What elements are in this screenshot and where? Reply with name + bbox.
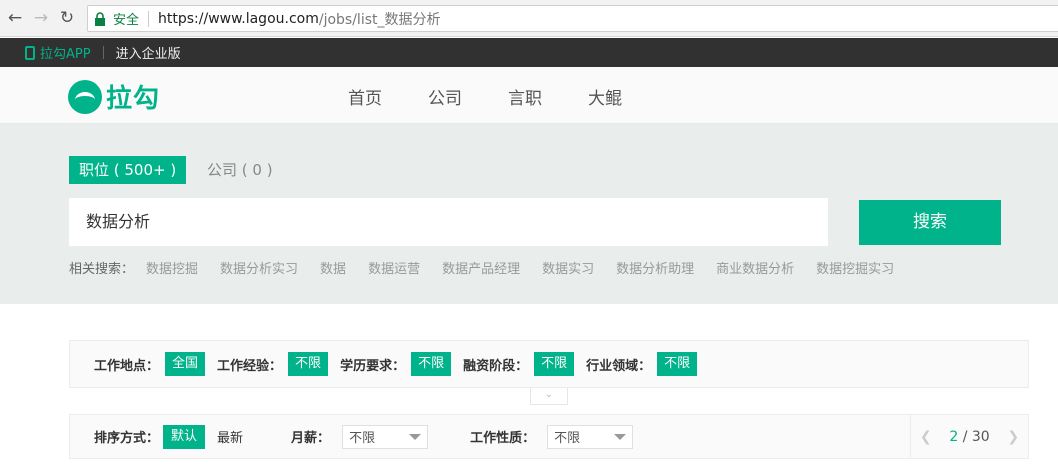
related-searches-label: 相关搜索： <box>69 262 135 277</box>
filter-label-education: 学历要求： <box>340 358 406 374</box>
url-host: https://www.lagou.com <box>158 10 319 27</box>
dropdown-caret-icon <box>409 433 422 440</box>
site-topbar: 拉勾APP 进入企业版 <box>0 38 1058 67</box>
filter-value-experience[interactable]: 不限 <box>288 352 329 376</box>
search-button[interactable]: 搜索 <box>859 200 1001 245</box>
filter-label-industry: 行业领域： <box>586 358 652 374</box>
related-search-link[interactable]: 商业数据分析 <box>716 258 794 277</box>
filter-value-financing[interactable]: 不限 <box>534 352 575 376</box>
address-bar[interactable]: 安全 https://www.lagou.com/jobs/list_数据分析 <box>87 5 1058 32</box>
related-search-link[interactable]: 数据挖掘实习 <box>816 258 894 277</box>
reload-icon[interactable]: ↻ <box>56 7 78 29</box>
filter-label-location: 工作地点： <box>94 358 160 374</box>
salary-label: 月薪： <box>291 431 331 446</box>
related-search-link[interactable]: 数据实习 <box>542 258 594 277</box>
search-input[interactable]: 数据分析 <box>69 198 828 246</box>
filter-bar: 工作地点： 全国 工作经验： 不限 学历要求： 不限 融资阶段： 不限 行业领域… <box>69 340 1029 388</box>
related-search-link[interactable]: 数据分析实习 <box>220 258 298 277</box>
url-path: /jobs/list_数据分析 <box>318 11 441 28</box>
next-page-icon[interactable]: ❯ <box>1007 429 1019 445</box>
total-pages: / 30 <box>962 428 990 445</box>
related-search-link[interactable]: 数据 <box>320 258 346 277</box>
sort-default-option[interactable]: 默认 <box>163 424 206 449</box>
app-link-label: 拉勾APP <box>40 47 91 62</box>
pagination: ❮ 2 / 30 ❯ <box>910 415 1028 458</box>
main-nav: 首页 公司 言职 大鲲 <box>348 84 668 109</box>
related-searches: 相关搜索： 数据挖掘 数据分析实习 数据 数据运营 数据产品经理 数据实习 数据… <box>69 258 916 277</box>
job-nature-label: 工作性质： <box>470 431 536 446</box>
salary-select-value: 不限 <box>349 431 376 446</box>
logo-icon <box>68 79 102 114</box>
sort-newest-option[interactable]: 最新 <box>217 427 243 446</box>
topbar-divider <box>102 46 104 59</box>
lock-icon <box>95 11 105 26</box>
page-indicator: 2 / 30 <box>949 429 989 445</box>
site-header: 拉勾 首页 公司 言职 大鲲 <box>0 67 1058 124</box>
job-nature-select[interactable]: 不限 <box>547 424 634 449</box>
filter-expand-toggle[interactable]: ⌄ <box>530 388 568 405</box>
tab-companies[interactable]: 公司 ( 0 ) <box>207 156 273 184</box>
chevron-down-icon: ⌄ <box>544 389 554 400</box>
filter-label-financing: 融资阶段： <box>463 358 529 374</box>
filter-label-experience: 工作经验： <box>217 358 283 374</box>
enterprise-link[interactable]: 进入企业版 <box>116 43 181 62</box>
salary-select[interactable]: 不限 <box>342 424 429 449</box>
phone-icon <box>25 45 35 60</box>
nav-item-companies[interactable]: 公司 <box>428 84 462 109</box>
current-page: 2 <box>949 428 959 445</box>
forward-icon[interactable]: → <box>30 7 52 29</box>
back-icon[interactable]: ← <box>4 7 26 29</box>
address-separator <box>148 10 150 27</box>
nav-item-home[interactable]: 首页 <box>348 84 382 109</box>
sort-bar: 排序方式： 默认 最新 月薪： 不限 工作性质： 不限 ❮ 2 / 30 ❯ <box>69 414 1029 459</box>
sort-label: 排序方式： <box>94 431 160 446</box>
nav-item-yanzhi[interactable]: 言职 <box>508 84 542 109</box>
related-search-link[interactable]: 数据运营 <box>368 258 420 277</box>
browser-toolbar: ← → ↻ 安全 https://www.lagou.com/jobs/list… <box>0 0 1058 37</box>
job-nature-select-value: 不限 <box>554 431 581 446</box>
app-download-link[interactable]: 拉勾APP <box>25 43 91 62</box>
logo-text: 拉勾 <box>106 84 161 114</box>
dropdown-caret-icon <box>614 433 627 440</box>
search-panel: 职位 ( 500+ ) 公司 ( 0 ) 数据分析 搜索 相关搜索： 数据挖掘 … <box>0 124 1058 304</box>
related-search-link[interactable]: 数据分析助理 <box>616 258 694 277</box>
related-search-link[interactable]: 数据挖掘 <box>146 258 198 277</box>
nav-item-dakun[interactable]: 大鲲 <box>588 84 622 109</box>
site-logo[interactable]: 拉勾 <box>68 78 160 115</box>
filter-value-education[interactable]: 不限 <box>411 352 452 376</box>
filter-value-industry[interactable]: 不限 <box>657 352 698 376</box>
secure-label: 安全 <box>113 13 140 28</box>
prev-page-icon[interactable]: ❮ <box>920 429 932 445</box>
filter-value-location[interactable]: 全国 <box>165 352 206 376</box>
related-search-link[interactable]: 数据产品经理 <box>442 258 520 277</box>
tab-jobs[interactable]: 职位 ( 500+ ) <box>69 156 187 184</box>
